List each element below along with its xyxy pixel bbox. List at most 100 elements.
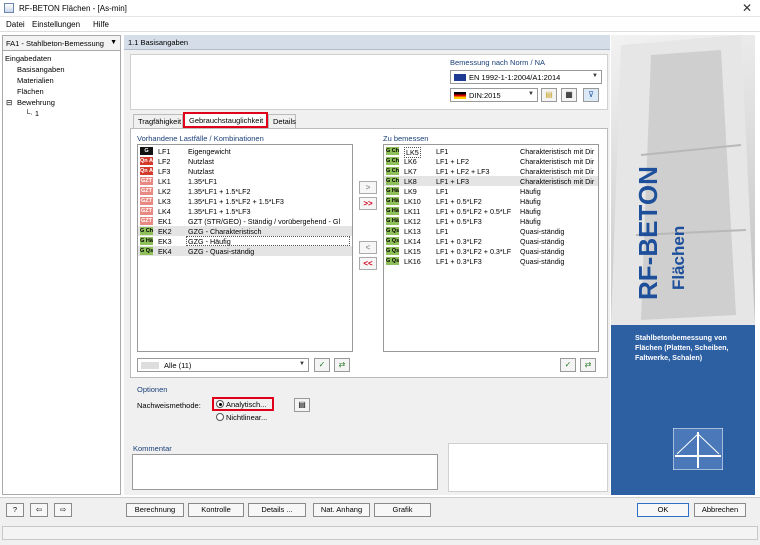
row-id: LK2 [158, 187, 171, 196]
list-item[interactable]: G Hä LK10 LF1 + 0.5*LF2 Häufig [384, 196, 598, 206]
comment-input[interactable] [132, 454, 438, 490]
list-item[interactable]: G Ch LK8 LF1 + LF3 Charakteristisch mit Dir [384, 176, 598, 186]
move-left-button[interactable]: < [359, 241, 377, 254]
import-button[interactable]: ⇦ [30, 503, 48, 517]
row-badge: G Ch [386, 147, 400, 155]
row-id: EK3 [158, 237, 172, 246]
invert-design-button[interactable]: ⇄ [580, 358, 596, 372]
method-label: Nachweismethode: [137, 401, 201, 410]
move-right-button[interactable]: > [359, 181, 377, 194]
tree-item-1-label: 1 [34, 109, 40, 118]
list-item[interactable]: G Qs LK13 LF1 Quasi-ständig [384, 226, 598, 236]
row-type: Häufig [520, 207, 541, 216]
close-icon[interactable]: ✕ [742, 1, 752, 15]
tab-tragfaehigkeit[interactable]: Tragfähigkeit [133, 114, 183, 128]
case-selector[interactable]: FA1 - Stahlbeton-Bemessung ▼ [3, 36, 120, 51]
annex-select[interactable]: DIN:2015 ▼ [450, 88, 538, 102]
row-id: LK3 [158, 197, 171, 206]
title-bar: RF-BETON Flächen - [As-min] ✕ [0, 0, 760, 17]
row-formula: LF1 + LF2 + LF3 [436, 167, 490, 176]
german-flag-icon [454, 92, 466, 99]
nat-anhang-button[interactable]: Nat. Anhang [313, 503, 370, 517]
window-title: RF-BETON Flächen - [As-min] [19, 4, 127, 13]
tree-root[interactable]: Eingabedaten [5, 54, 51, 63]
tab-gebrauchstauglichkeit[interactable]: Gebrauchstauglichkeit [183, 112, 268, 128]
tree-item-bewehrung[interactable]: Bewehrung [17, 98, 55, 107]
list-item[interactable]: G Ch LK6 LF1 + LF2 Charakteristisch mit Dir [384, 156, 598, 166]
norm-select[interactable]: EN 1992-1-1:2004/A1:2014 ▼ [450, 70, 602, 84]
menu-hilfe[interactable]: Hilfe [93, 20, 109, 29]
tree-item-1[interactable]: └· 1 [25, 109, 39, 118]
list-item[interactable]: Qn A LF2 Nutzlast [138, 156, 352, 166]
list-item[interactable]: G Hä LK11 LF1 + 0.5*LF2 + 0.5*LF Häufig [384, 206, 598, 216]
list-item[interactable]: GZT LK3 1.35*LF1 + 1.5*LF2 + 1.5*LF3 [138, 196, 352, 206]
method-settings-button[interactable]: ▤ [294, 398, 310, 412]
list-item[interactable]: GZT LK1 1.35*LF1 [138, 176, 352, 186]
help-icon: ? [12, 505, 18, 514]
row-id: LK9 [404, 187, 417, 196]
folder-new-icon: ▤ [545, 90, 553, 99]
row-badge: G Hä [386, 187, 399, 195]
ok-button[interactable]: OK [637, 503, 689, 517]
move-all-right-button[interactable]: >> [359, 197, 377, 210]
row-desc: GZT (STR/GEO) - Ständig / vorübergehend … [188, 217, 341, 226]
radio-nichtlinear-label: Nichtlinear... [226, 413, 268, 422]
filter-annex-button[interactable]: ⊽ [583, 88, 599, 102]
available-list[interactable]: G LF1 Eigengewicht Qn A LF2 Nutzlast Qn A LF3… [137, 144, 353, 352]
menu-einstellungen[interactable]: Einstellungen [32, 20, 80, 29]
tree-item-flaechen[interactable]: Flächen [17, 87, 44, 96]
row-formula: LF1 + 0.3*LF2 + 0.3*LF [436, 247, 512, 256]
radio-nichtlinear[interactable]: Nichtlinear... [216, 413, 267, 422]
status-bar [0, 523, 760, 545]
radio-dot-on [216, 400, 224, 408]
list-item[interactable]: G Ch LK5 LF1 Charakteristisch mit Dir [384, 146, 598, 158]
grafik-button[interactable]: Grafik [374, 503, 431, 517]
tree-item-basisangaben[interactable]: Basisangaben [17, 65, 65, 74]
export-icon: ⇨ [59, 505, 67, 514]
list-item[interactable]: G Ch LK7 LF1 + LF2 + LF3 Charakteristisch m… [384, 166, 598, 176]
list-item[interactable]: G Hä LK12 LF1 + 0.5*LF3 Häufig [384, 216, 598, 226]
row-desc: 1.35*LF1 + 1.5*LF2 [188, 187, 251, 196]
list-item[interactable]: GZT LK4 1.35*LF1 + 1.5*LF3 [138, 206, 352, 216]
row-badge: GZT [140, 177, 153, 185]
berechnung-button[interactable]: Berechnung [126, 503, 184, 517]
tree-item-materialien[interactable]: Materialien [17, 76, 54, 85]
new-annex-button[interactable]: ▤ [541, 88, 557, 102]
tab-details[interactable]: Details [268, 114, 296, 128]
invert-selection-button[interactable]: ⇄ [334, 358, 350, 372]
list-item[interactable]: G Qs LK16 LF1 + 0.3*LF3 Quasi-ständig [384, 256, 598, 266]
details-button[interactable]: Details ... [248, 503, 306, 517]
list-item[interactable]: G Qs LK14 LF1 + 0.3*LF2 Quasi-ständig [384, 236, 598, 246]
list-item[interactable]: G LF1 Eigengewicht [138, 146, 352, 156]
swap-list-icon: ⇄ [584, 360, 592, 369]
move-all-left-button[interactable]: << [359, 257, 377, 270]
cancel-button[interactable]: Abbrechen [694, 503, 746, 517]
list-item[interactable]: GZT EK1 GZT (STR/GEO) - Ständig / vorüberg… [138, 216, 352, 226]
funnel-icon: ⊽ [588, 90, 594, 99]
row-type: Häufig [520, 187, 541, 196]
chevron-down-icon[interactable]: ▼ [110, 39, 117, 46]
list-item[interactable]: G Qs EK4 GZG - Quasi-ständig [138, 246, 352, 256]
kontrolle-button[interactable]: Kontrolle [188, 503, 244, 517]
radio-analytisch[interactable]: Analytisch... [216, 400, 266, 409]
to-design-list[interactable]: G Ch LK5 LF1 Charakteristisch mit Dir G Ch L… [383, 144, 599, 352]
module-banner: RF-BETON Flächen Stahlbetonbemessung von… [611, 35, 755, 495]
select-all-design-button[interactable]: ✓ [560, 358, 576, 372]
filter-color-swatch [141, 362, 159, 369]
chevron-down-icon: ▼ [299, 361, 305, 367]
tree-expand-icon[interactable]: ⊟ [6, 98, 12, 107]
menu-datei[interactable]: Datei [6, 20, 25, 29]
list-item[interactable]: G Ch EK2 GZG - Charakteristisch [138, 226, 352, 236]
edit-annex-button[interactable]: ▦ [561, 88, 577, 102]
export-button[interactable]: ⇨ [54, 503, 72, 517]
filter-select[interactable]: Alle (11) ▼ [137, 358, 309, 372]
norm-select-value: EN 1992-1-1:2004/A1:2014 [469, 73, 561, 82]
list-item[interactable]: Qn A LF3 Nutzlast [138, 166, 352, 176]
list-item[interactable]: GZT LK2 1.35*LF1 + 1.5*LF2 [138, 186, 352, 196]
select-all-button[interactable]: ✓ [314, 358, 330, 372]
list-item[interactable]: G Hä LK9 LF1 Häufig [384, 186, 598, 196]
help-button[interactable]: ? [6, 503, 24, 517]
list-item[interactable]: G Qs LK15 LF1 + 0.3*LF2 + 0.3*LF Quasi-stän… [384, 246, 598, 256]
row-badge: G Ch [386, 167, 400, 175]
list-item[interactable]: G Hä EK3 GZG - Häufig [138, 236, 352, 246]
